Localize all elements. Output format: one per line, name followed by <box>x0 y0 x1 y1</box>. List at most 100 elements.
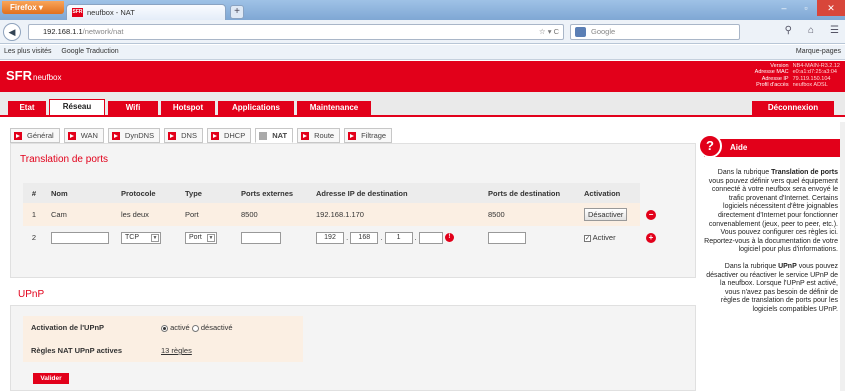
activate-checkbox[interactable]: ✓ <box>584 234 591 242</box>
menu-tab-maintenance[interactable]: Maintenance <box>297 101 371 115</box>
help-panel: ? Aide Dans la rubrique Translation de p… <box>698 134 840 391</box>
search-input[interactable]: Google <box>570 24 740 40</box>
close-icon[interactable]: ✕ <box>817 0 845 16</box>
delete-rule-icon[interactable]: − <box>646 209 656 220</box>
menu-icon[interactable]: ☰ <box>830 25 839 36</box>
subtab-dns[interactable]: DNS <box>164 128 203 143</box>
rule-external-ports: 8500 <box>235 203 310 226</box>
subtab-wan[interactable]: WAN <box>63 128 104 143</box>
browser-tab[interactable]: SFR neufbox - NAT <box>66 4 226 20</box>
ip-octet-3-input[interactable]: 1 <box>384 231 413 244</box>
col-external-ports: Ports externes <box>235 183 310 203</box>
new-tab-button[interactable]: + <box>230 5 244 19</box>
google-icon <box>575 27 586 37</box>
box-info: Version NB4-MAIN-R3.2.12 Adresse MAC e0:a1… <box>755 63 840 88</box>
activate-label: Activer <box>592 233 616 242</box>
sub-navigation: Général WAN DynDNS DNS DHCP NAT Route Fi… <box>10 128 393 144</box>
home-icon[interactable]: ⌂ <box>808 25 814 36</box>
back-arrow-icon[interactable]: ◀ <box>3 23 21 41</box>
type-select[interactable]: Port ▼ <box>185 231 217 244</box>
upnp-on-radio[interactable] <box>161 324 168 332</box>
toolbar-icons: ⚲ ⌂ ☰ <box>785 25 839 36</box>
subtab-nat[interactable]: NAT <box>255 128 294 143</box>
rule-protocol: les deux <box>115 203 179 226</box>
help-paragraph-upnp: Dans la rubrique UPnP vous pouvez désact… <box>706 262 838 313</box>
menu-tab-etat[interactable]: Etat <box>8 101 46 115</box>
address-bar[interactable]: 192.168.1.1/network/nat ☆ ▾ C <box>28 24 564 40</box>
page: SFR neufbox Version NB4-MAIN-R3.2.12 Adre… <box>0 61 845 391</box>
name-input[interactable] <box>51 231 109 244</box>
bookmark-google-translate[interactable]: Google Traduction <box>61 48 118 55</box>
subtab-dhcp[interactable]: DHCP <box>206 128 252 143</box>
help-text: Dans la rubrique Translation de ports vo… <box>704 169 838 323</box>
menu-tab-applications[interactable]: Applications <box>218 101 294 115</box>
main-content: Général WAN DynDNS DNS DHCP NAT Route Fi… <box>10 124 696 391</box>
type-value: Port <box>189 233 202 241</box>
menu-tab-wifi[interactable]: Wifi <box>108 101 158 115</box>
ip-octet-2-input[interactable]: 168 <box>350 231 379 244</box>
chevron-down-icon: ▼ <box>151 233 159 242</box>
scrollbar[interactable] <box>840 122 845 391</box>
external-ports-input[interactable] <box>241 231 281 244</box>
upnp-rules-link[interactable]: 13 règles <box>161 346 192 355</box>
ip-octet-1-input[interactable]: 192 <box>316 231 344 244</box>
sfr-logo: SFR <box>6 68 32 83</box>
search-icon[interactable]: ⚲ <box>785 25 792 36</box>
subtab-route[interactable]: Route <box>297 128 341 143</box>
subtab-dyndns[interactable]: DynDNS <box>107 128 161 143</box>
nat-section: Translation de ports # Nom Protocole Typ… <box>10 143 696 278</box>
col-destination-ip: Adresse IP de destination <box>310 183 482 203</box>
firefox-menu-button[interactable]: Firefox ▾ <box>2 1 64 14</box>
add-rule-icon[interactable]: + <box>646 232 656 243</box>
rule-name: Cam <box>45 203 115 226</box>
rule-destination-ports: 8500 <box>482 203 578 226</box>
col-type: Type <box>179 183 235 203</box>
col-protocol: Protocole <box>115 183 179 203</box>
upnp-on-label: activé <box>170 323 190 332</box>
col-activation: Activation <box>578 183 640 203</box>
url-host: 192.168.1.1 <box>43 27 83 36</box>
protocol-select[interactable]: TCP ▼ <box>121 231 161 244</box>
col-destination-ports: Ports de destination <box>482 183 578 203</box>
menu-tab-hotspot[interactable]: Hotspot <box>161 101 215 115</box>
new-rule-row: 2 TCP ▼ Port ▼ 192 . 168 . 1 . ! ✓ Activer… <box>23 226 664 249</box>
col-number: # <box>23 183 45 203</box>
destination-ports-input[interactable] <box>488 231 526 244</box>
upnp-section: Activation de l'UPnP activé désactivé Rè… <box>10 305 696 391</box>
ip-octet-4-input[interactable] <box>418 231 443 244</box>
submit-button[interactable]: Valider <box>33 373 69 384</box>
rule-destination-ip: 192.168.1.170 <box>310 203 482 226</box>
window-controls: – ▫ ✕ <box>773 0 845 18</box>
upnp-activation-label: Activation de l'UPnP <box>23 316 153 339</box>
table-row: 1 Cam les deux Port 8500 192.168.1.170 8… <box>23 203 664 226</box>
rule-number: 1 <box>23 203 45 226</box>
table-header-row: # Nom Protocole Type Ports externes Adre… <box>23 183 664 203</box>
search-placeholder: Google <box>591 27 616 36</box>
menu-tab-reseau[interactable]: Réseau <box>49 99 105 115</box>
deactivate-button[interactable]: Désactiver <box>584 208 628 221</box>
logout-button[interactable]: Déconnexion <box>752 101 834 115</box>
protocol-value: TCP <box>125 233 139 241</box>
maximize-icon[interactable]: ▫ <box>795 0 817 16</box>
subtab-general[interactable]: Général <box>10 128 60 143</box>
upnp-table: Activation de l'UPnP activé désactivé Rè… <box>23 316 303 362</box>
navigation-toolbar: ◀ 192.168.1.1/network/nat ☆ ▾ C Google ⚲… <box>0 20 845 44</box>
upnp-off-radio[interactable] <box>191 324 199 332</box>
refresh-icon[interactable]: ☆ ▾ C <box>539 25 559 39</box>
info-key: Profil d'accès <box>756 81 789 88</box>
tab-title: neufbox - NAT <box>87 8 135 17</box>
bookmarks-menu-button[interactable]: Marque-pages <box>796 45 841 59</box>
product-name: neufbox <box>33 73 62 82</box>
sfr-favicon-icon: SFR <box>72 8 83 17</box>
upnp-title: UPnP <box>18 289 45 300</box>
bookmark-most-visited[interactable]: Les plus visités <box>4 48 51 55</box>
bookmarks-toolbar: Les plus visités Google Traduction Marqu… <box>0 45 845 60</box>
main-menu: Etat Réseau Wifi Hotspot Applications Ma… <box>0 92 845 117</box>
chevron-down-icon: ▼ <box>207 233 215 242</box>
subtab-filtrage[interactable]: Filtrage <box>344 128 393 143</box>
info-value: neufbox ADSL <box>792 81 828 88</box>
upnp-activation-row: Activation de l'UPnP activé désactivé <box>23 316 303 339</box>
minimize-icon[interactable]: – <box>773 0 795 16</box>
nat-table: # Nom Protocole Type Ports externes Adre… <box>23 183 664 249</box>
sfr-header: SFR neufbox Version NB4-MAIN-R3.2.12 Adre… <box>0 61 845 92</box>
